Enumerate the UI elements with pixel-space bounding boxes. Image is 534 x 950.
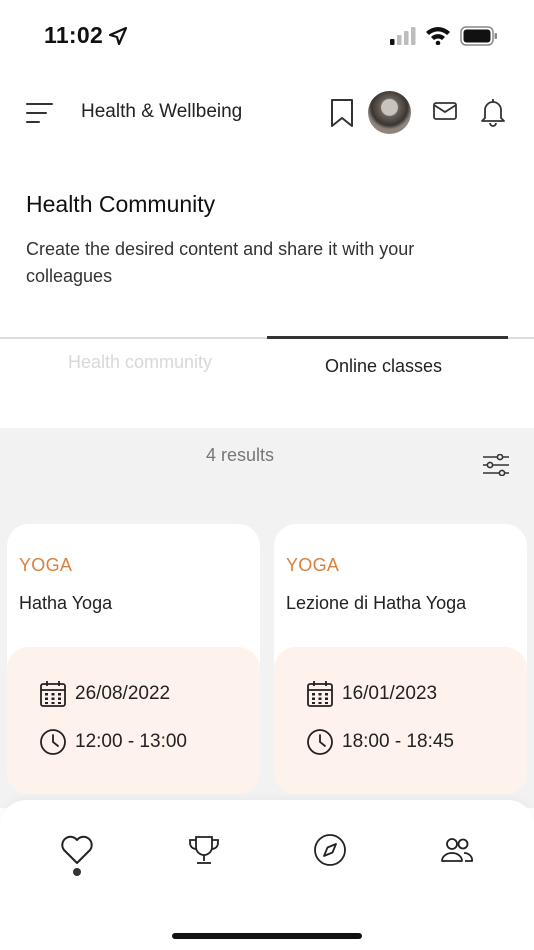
class-schedule: 16/01/2023 18:00 - 18:45 <box>274 647 527 794</box>
battery-icon <box>460 26 497 46</box>
page-title: Health Community <box>26 191 216 217</box>
app-header: Health & Wellbeing <box>0 88 534 140</box>
avatar[interactable] <box>368 91 411 134</box>
nav-explore[interactable] <box>310 830 350 870</box>
tab-health-community[interactable]: Health community <box>68 352 212 373</box>
class-name: Lezione di Hatha Yoga <box>286 593 467 613</box>
class-time: 12:00 - 13:00 <box>75 731 187 752</box>
class-time-row: 12:00 - 13:00 <box>39 728 187 756</box>
cellular-signal-icon <box>390 27 416 45</box>
class-date: 26/08/2022 <box>75 683 171 704</box>
class-name: Hatha Yoga <box>19 593 113 613</box>
calendar-icon <box>39 680 67 708</box>
heart-icon <box>61 835 93 864</box>
tab-online-classes[interactable]: Online classes <box>325 356 442 377</box>
bookmark-icon[interactable] <box>328 97 356 129</box>
class-card[interactable]: YOGA Hatha Yoga 26/08/2022 12:00 - 13:00 <box>7 524 260 794</box>
calendar-icon <box>306 680 334 708</box>
filter-icon[interactable] <box>481 454 511 476</box>
nav-community[interactable] <box>437 830 477 870</box>
compass-icon <box>314 834 346 866</box>
active-tab-indicator <box>267 336 508 339</box>
class-date: 16/01/2023 <box>342 683 438 704</box>
class-time-row: 18:00 - 18:45 <box>306 728 454 756</box>
wifi-icon <box>426 27 450 45</box>
class-time: 18:00 - 18:45 <box>342 731 454 752</box>
bell-icon[interactable] <box>479 96 507 128</box>
status-bar: 11:02 <box>0 0 534 70</box>
menu-icon[interactable] <box>24 100 56 126</box>
home-indicator <box>172 933 362 939</box>
class-category: YOGA <box>19 555 73 575</box>
class-card[interactable]: YOGA Lezione di Hatha Yoga 16/01/2023 18… <box>274 524 527 794</box>
people-icon <box>441 838 473 862</box>
page-description: Create the desired content and share it … <box>26 239 415 286</box>
app-title: Health & Wellbeing <box>81 101 243 122</box>
clock-icon <box>306 728 334 756</box>
nav-favorites[interactable] <box>57 830 97 870</box>
nav-challenges[interactable] <box>184 830 224 870</box>
active-nav-dot <box>73 868 81 876</box>
tab-bar: Health community Online classes <box>0 336 534 388</box>
bottom-nav <box>0 800 534 950</box>
clock-icon <box>39 728 67 756</box>
class-date-row: 26/08/2022 <box>39 680 170 708</box>
trophy-icon <box>189 836 219 864</box>
results-section: 4 results YOGA Hatha Yoga 26/08/2022 12:… <box>0 428 534 808</box>
status-time: 11:02 <box>44 22 104 48</box>
location-arrow-icon <box>108 26 128 46</box>
mail-icon[interactable] <box>432 100 458 122</box>
results-count: 4 results <box>206 445 275 465</box>
class-schedule: 26/08/2022 12:00 - 13:00 <box>7 647 260 794</box>
class-category: YOGA <box>286 555 340 575</box>
class-date-row: 16/01/2023 <box>306 680 437 708</box>
